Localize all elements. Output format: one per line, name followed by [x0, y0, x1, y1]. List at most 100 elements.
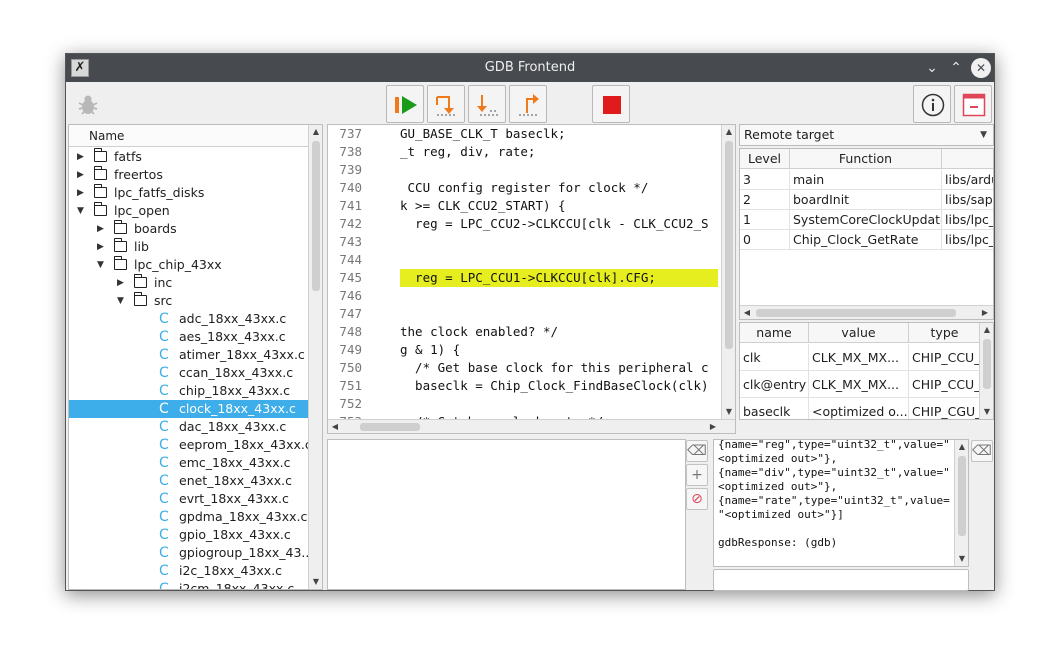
- tree-item[interactable]: ▼ lpc_open: [69, 202, 309, 220]
- clear-button[interactable]: ⌫: [686, 440, 708, 462]
- scroll-up-arrow[interactable]: ▲: [309, 125, 322, 139]
- chevron-down-icon[interactable]: ▼: [97, 256, 107, 274]
- disable-button[interactable]: ⊘: [686, 488, 708, 510]
- code-editor[interactable]: 737 GU_BASE_CLK_T baseclk; 738 _t reg, div,…: [327, 124, 736, 434]
- add-button[interactable]: +: [686, 464, 708, 486]
- stack-column-header[interactable]: [942, 149, 993, 169]
- stack-cell[interactable]: Chip_Clock_GetRate: [790, 230, 942, 250]
- tree-item[interactable]: ▼ lpc_chip_43xx: [69, 256, 309, 274]
- tree-scrollbar[interactable]: ▲ ▼: [308, 125, 322, 589]
- vars-scrollbar[interactable]: ▲ ▼: [979, 323, 993, 419]
- tree-item[interactable]: Caes_18xx_43xx.c: [69, 328, 309, 346]
- step-out-button[interactable]: [509, 85, 547, 123]
- scroll-down-arrow[interactable]: ▼: [722, 405, 735, 419]
- tree-item[interactable]: Cadc_18xx_43xx.c: [69, 310, 309, 328]
- tree-item[interactable]: Cchip_18xx_43xx.c: [69, 382, 309, 400]
- scroll-thumb[interactable]: [958, 456, 966, 536]
- tree-item[interactable]: Cdac_18xx_43xx.c: [69, 418, 309, 436]
- stack-cell[interactable]: libs/sapi: [942, 190, 993, 210]
- scroll-thumb[interactable]: [725, 141, 733, 349]
- chevron-right-icon[interactable]: ▶: [77, 184, 87, 202]
- scroll-left-arrow[interactable]: ◀: [328, 420, 342, 433]
- vars-cell[interactable]: CHIP_CCU_(: [909, 371, 981, 398]
- tree-item[interactable]: Cgpio_18xx_43xx.c: [69, 526, 309, 544]
- scroll-left-arrow[interactable]: ◀: [740, 306, 754, 319]
- tree-item[interactable]: Cemc_18xx_43xx.c: [69, 454, 309, 472]
- tree-item[interactable]: Cgpdma_18xx_43xx.c: [69, 508, 309, 526]
- stack-cell[interactable]: 0: [740, 230, 790, 250]
- tree-item[interactable]: ▶ lib: [69, 238, 309, 256]
- tree-item[interactable]: ▶ lpc_fatfs_disks: [69, 184, 309, 202]
- log-clear-button[interactable]: ⌫: [971, 440, 993, 462]
- stack-cell[interactable]: libs/lpc_: [942, 230, 993, 250]
- scroll-thumb[interactable]: [756, 309, 956, 317]
- tree-item[interactable]: Cgpiogroup_18xx_43...: [69, 544, 313, 562]
- vars-cell[interactable]: CLK_MX_MX...: [809, 371, 909, 398]
- tree-item[interactable]: ▶ boards: [69, 220, 309, 238]
- console-output-area[interactable]: [327, 439, 686, 590]
- step-into-button[interactable]: [468, 85, 506, 123]
- vars-cell[interactable]: CLK_MX_MX...: [809, 344, 909, 371]
- tree-item[interactable]: ▼ src: [69, 292, 309, 310]
- code-vscrollbar[interactable]: ▲ ▼: [721, 125, 735, 419]
- chevron-right-icon[interactable]: ▶: [77, 166, 87, 184]
- chevron-right-icon[interactable]: ▶: [77, 148, 87, 166]
- tree-item[interactable]: Cclock_18xx_43xx.c: [69, 400, 309, 418]
- scroll-down-arrow[interactable]: ▼: [955, 552, 968, 566]
- tree-item[interactable]: Cevrt_18xx_43xx.c: [69, 490, 309, 508]
- vars-cell[interactable]: baseclk: [740, 398, 809, 419]
- stack-cell[interactable]: 1: [740, 210, 790, 230]
- vars-cell[interactable]: <optimized o...: [809, 398, 909, 419]
- scroll-thumb[interactable]: [983, 339, 991, 389]
- scroll-thumb[interactable]: [312, 141, 320, 291]
- window-toggle-button[interactable]: [954, 85, 992, 123]
- tree-item[interactable]: Ci2c_18xx_43xx.c: [69, 562, 309, 580]
- stack-cell[interactable]: main: [790, 170, 942, 190]
- vars-cell[interactable]: CHIP_CCU_(: [909, 344, 981, 371]
- stack-cell[interactable]: 3: [740, 170, 790, 190]
- stack-cell[interactable]: libs/ardu: [942, 170, 993, 190]
- scroll-up-arrow[interactable]: ▲: [722, 125, 735, 139]
- close-button[interactable]: ✕: [971, 58, 991, 78]
- target-select[interactable]: Remote target ▼: [739, 124, 994, 146]
- stack-hscrollbar[interactable]: ◀ ▶: [740, 305, 993, 319]
- tree-item[interactable]: ▶ fatfs: [69, 148, 309, 166]
- scroll-up-arrow[interactable]: ▲: [955, 440, 968, 454]
- bug-button[interactable]: [68, 85, 106, 123]
- log-scrollbar[interactable]: ▲ ▼: [954, 440, 968, 566]
- scroll-right-arrow[interactable]: ▶: [706, 420, 720, 433]
- tree-item[interactable]: ▶ freertos: [69, 166, 309, 184]
- gdb-log[interactable]: {name="reg",type="uint32_t",value=" <opti…: [713, 439, 969, 567]
- vars-cell[interactable]: clk@entry: [740, 371, 809, 398]
- gdb-command-input[interactable]: [713, 569, 969, 591]
- vars-column-header[interactable]: type: [909, 323, 981, 343]
- vars-cell[interactable]: clk: [740, 344, 809, 371]
- vars-cell[interactable]: CHIP_CGU_: [909, 398, 981, 419]
- minimize-button[interactable]: ⌄: [922, 58, 942, 78]
- stack-cell[interactable]: SystemCoreClockUpdate: [790, 210, 942, 230]
- tree-item[interactable]: ▶ inc: [69, 274, 309, 292]
- stack-cell[interactable]: libs/lpc_: [942, 210, 993, 230]
- scroll-down-arrow[interactable]: ▼: [980, 405, 993, 419]
- scroll-down-arrow[interactable]: ▼: [309, 575, 322, 589]
- tree-item[interactable]: Cenet_18xx_43xx.c: [69, 472, 309, 490]
- scroll-up-arrow[interactable]: ▲: [980, 323, 993, 337]
- about-button[interactable]: [913, 85, 951, 123]
- chevron-down-icon[interactable]: ▼: [77, 202, 87, 220]
- continue-button[interactable]: [386, 85, 424, 123]
- tree-item[interactable]: Ci2cm_18xx_43xx.c: [69, 580, 309, 589]
- chevron-right-icon[interactable]: ▶: [117, 274, 127, 292]
- chevron-right-icon[interactable]: ▶: [97, 238, 107, 256]
- step-over-button[interactable]: [427, 85, 465, 123]
- stop-button[interactable]: [592, 85, 630, 123]
- chevron-down-icon[interactable]: ▼: [117, 292, 127, 310]
- tree-item[interactable]: Cccan_18xx_43xx.c: [69, 364, 309, 382]
- scroll-right-arrow[interactable]: ▶: [978, 306, 992, 319]
- chevron-right-icon[interactable]: ▶: [97, 220, 107, 238]
- tree-item[interactable]: Ceeprom_18xx_43xx.c: [69, 436, 312, 454]
- vars-column-header[interactable]: name: [740, 323, 809, 343]
- maximize-button[interactable]: ⌃: [946, 58, 966, 78]
- scroll-thumb[interactable]: [360, 423, 420, 431]
- stack-cell[interactable]: 2: [740, 190, 790, 210]
- tree-item[interactable]: Catimer_18xx_43xx.c: [69, 346, 309, 364]
